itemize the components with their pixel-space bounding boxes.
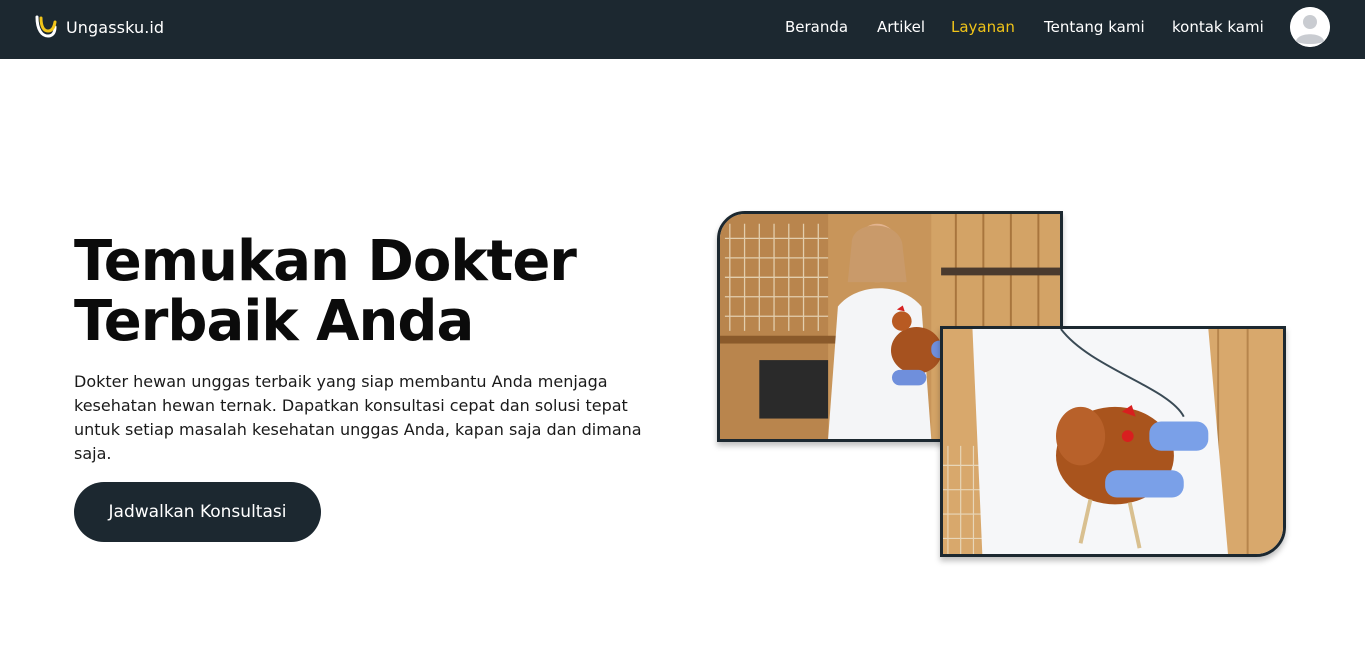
nav-kontak-kami[interactable]: kontak kami [1172,18,1264,36]
hero-description: Dokter hewan unggas terbaik yang siap me… [74,372,642,463]
hero-title-line-1: Temukan Dokter [74,229,577,294]
hero-title-line-2: Terbaik Anda [74,289,474,354]
nav-beranda[interactable]: Beranda [785,18,848,36]
brand[interactable]: Ungassku.id [34,14,164,40]
nav-tentang-kami[interactable]: Tentang kami [1044,18,1145,36]
nav-layanan[interactable]: Layanan [951,18,1015,36]
vet-with-chicken-photo-2 [940,326,1286,557]
schedule-consultation-button[interactable]: Jadwalkan Konsultasi [74,482,321,542]
brand-logo-icon [35,15,57,38]
top-navbar: Ungassku.id Beranda Artikel Layanan Tent… [0,0,1365,59]
hero-title: Temukan Dokter Terbaik Anda [74,232,674,352]
user-avatar-icon [1290,7,1330,47]
user-avatar[interactable] [1290,7,1330,47]
nav-artikel[interactable]: Artikel [877,18,925,36]
brand-name: Ungassku.id [66,17,165,37]
